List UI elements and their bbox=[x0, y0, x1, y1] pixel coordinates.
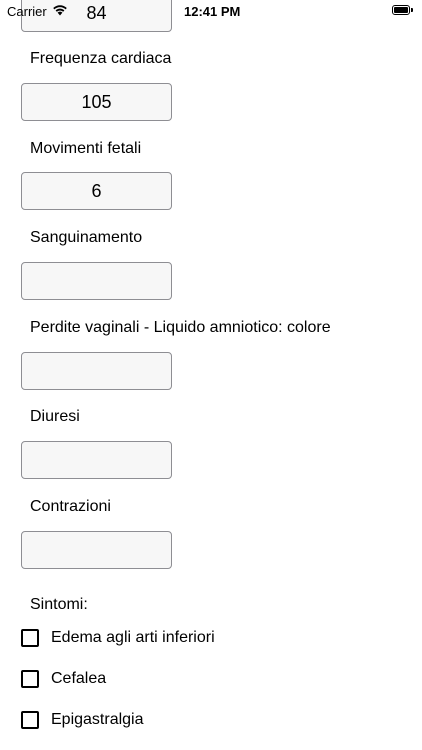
fetal-movements-label: Movimenti fetali bbox=[30, 140, 142, 157]
diuresis-field[interactable] bbox=[21, 441, 172, 479]
battery-icon bbox=[392, 5, 413, 16]
symptom-headache-checkbox[interactable] bbox=[21, 670, 39, 688]
symptom-headache-label: Cefalea bbox=[51, 670, 107, 687]
bleeding-label: Sanguinamento bbox=[30, 229, 143, 246]
vaginal-discharge-label: Perdite vaginali - Liquido amniotico: co… bbox=[30, 319, 331, 336]
carrier-label: Carrier bbox=[7, 4, 47, 19]
symptom-epigastralgia-label: Epigastralgia bbox=[51, 711, 144, 728]
symptom-edema-label: Edema agli arti inferiori bbox=[51, 629, 215, 646]
fetal-movements-field[interactable]: 6 bbox=[21, 172, 172, 210]
contractions-label: Contrazioni bbox=[30, 498, 111, 515]
contractions-field[interactable] bbox=[21, 531, 172, 569]
diuresis-label: Diuresi bbox=[30, 408, 80, 425]
status-bar: Carrier 12:41 PM bbox=[0, 0, 422, 22]
wifi-icon bbox=[52, 3, 68, 21]
symptom-epigastralgia-checkbox[interactable] bbox=[21, 711, 39, 729]
heart-rate-field[interactable]: 105 bbox=[21, 83, 172, 121]
symptoms-label: Sintomi: bbox=[30, 596, 88, 613]
symptom-edema-checkbox[interactable] bbox=[21, 629, 39, 647]
bleeding-field[interactable] bbox=[21, 262, 172, 300]
vaginal-discharge-field[interactable] bbox=[21, 352, 172, 390]
heart-rate-label: Frequenza cardiaca bbox=[30, 50, 172, 67]
status-time: 12:41 PM bbox=[184, 4, 241, 19]
